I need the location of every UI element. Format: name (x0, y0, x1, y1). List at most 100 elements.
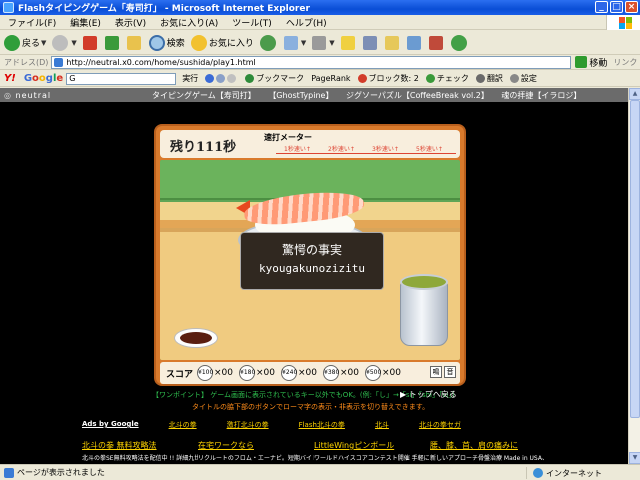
print-button[interactable]: ▼ (312, 35, 335, 50)
yahoo-button[interactable]: Y! (4, 73, 16, 84)
bookmark-button[interactable]: ブックマーク (245, 73, 304, 84)
plate-count: ×00 (382, 368, 402, 378)
google-run-button[interactable]: 実行 (182, 73, 198, 84)
vertical-scrollbar[interactable]: ▲ ▼ (628, 88, 640, 464)
typing-word-box: 驚愕の事実 kyougakunozizitu (240, 232, 384, 290)
stop-button[interactable] (82, 35, 99, 50)
close-button[interactable]: × (625, 1, 638, 13)
window-title-bar[interactable]: Flashタイピングゲーム「寿司打」 - Microsoft Internet … (0, 0, 640, 15)
check-label: チェック (436, 74, 469, 83)
nav-link-ghosttyping[interactable]: 【GhostTypine】 (268, 91, 333, 100)
ad-card[interactable]: 北斗の拳 無料攻略法 北斗の拳SE無料攻略法を配信中 !! 詳細九世 (82, 440, 198, 462)
menu-file[interactable]: ファイル(F) (8, 16, 56, 29)
search-icon (148, 34, 165, 51)
extra-tool-button[interactable] (428, 35, 445, 50)
translate-button[interactable]: 翻訳 (475, 73, 503, 84)
ad-title[interactable]: 腰、膝、首、肩の痛みに (430, 440, 546, 451)
run-label: 実行 (182, 74, 199, 83)
menu-bar: ファイル(F) 編集(E) 表示(V) お気に入り(A) ツール(T) ヘルプ(… (0, 15, 640, 30)
ad-link[interactable]: 北斗の拳セガ (419, 420, 461, 430)
ad-card[interactable]: 在宅ワークなら リクルートのフロム・エーナビ。短期バイト (198, 440, 314, 462)
spell-check-button[interactable]: チェック (425, 73, 469, 84)
word-japanese: 驚愕の事実 (281, 243, 342, 257)
pagerank-indicator[interactable]: PageRank (311, 74, 350, 83)
status-text: ページが表示されました (17, 468, 105, 477)
back-dropdown-icon[interactable]: ▼ (41, 39, 46, 47)
web-page: ◎ neutral タイピングゲーム【寿司打】 【GhostTypine】 ジグ… (0, 88, 628, 464)
scroll-up-arrow-icon[interactable]: ▲ (629, 88, 640, 100)
ad-link[interactable]: Flash北斗の拳 (299, 420, 345, 430)
favorites-button[interactable]: お気に入り (190, 34, 254, 51)
edit-icon (340, 35, 355, 50)
ad-title[interactable]: 在宅ワークなら (198, 440, 314, 451)
sushida-game[interactable]: 残り111秒 速打メーター 1秒速い↑ 2秒速い↑ 3秒速い↑ 5秒速い↑ 驚愕… (154, 124, 466, 386)
go-button[interactable]: 移動 (575, 56, 607, 69)
home-button[interactable] (126, 35, 143, 50)
nav-link-sushida[interactable]: タイピングゲーム【寿司打】 (152, 91, 256, 100)
mail-dropdown-icon[interactable]: ▼ (301, 39, 306, 47)
romaji-toggle-hint: タイトルの脇下部のボタンでローマ字の表示・非表示を切り替えできます。 (192, 403, 430, 411)
edit-button[interactable] (340, 35, 357, 50)
ad-title[interactable]: LittleWingピンボール (314, 440, 430, 451)
research-button[interactable] (384, 35, 401, 50)
messenger-people-button[interactable] (450, 34, 469, 51)
forward-button[interactable]: ▼ (52, 34, 77, 51)
globe-icon (533, 468, 543, 478)
site-nav: タイピングゲーム【寿司打】 【GhostTypine】 ジグソーパズル【Coff… (152, 90, 591, 101)
ad-card[interactable]: 腰、膝、首、肩の痛みに 新しいアプローチ骨盤治療 Made in USA、Wel… (430, 440, 546, 462)
bookmark-label: ブックマーク (256, 74, 305, 83)
ads-by-google-link[interactable]: Ads by Google (82, 420, 139, 430)
nav-link-illust-logic[interactable]: 魂の拝捷【イラロジ】 (501, 91, 581, 100)
menu-edit[interactable]: 編集(E) (70, 16, 101, 29)
music-toggle-icon[interactable]: 音 (444, 366, 456, 378)
plate-price: ¥380 (323, 365, 339, 381)
mail-button[interactable]: ▼ (283, 35, 306, 50)
menu-view[interactable]: 表示(V) (115, 16, 146, 29)
site-logo[interactable]: ◎ neutral (4, 91, 92, 100)
page-done-icon (4, 467, 14, 478)
search-web-icon (205, 74, 215, 83)
nav-link-jigsaw[interactable]: ジグソーパズル【CoffeeBreak vol.2】 (346, 91, 489, 100)
back-button[interactable]: 戻る ▼ (4, 34, 46, 51)
ad-link[interactable]: 激打北斗の拳 (227, 420, 269, 430)
links-button[interactable]: リンク (613, 57, 637, 68)
word-romaji: kyougakunozizitu (259, 262, 365, 275)
google-search-tools[interactable] (205, 74, 238, 83)
popup-blocker-button[interactable]: ブロック数: 2 (357, 73, 419, 84)
minimize-button[interactable]: _ (595, 1, 608, 13)
plate-price: ¥180 (239, 365, 255, 381)
menu-help[interactable]: ヘルプ(H) (286, 16, 327, 29)
refresh-button[interactable] (104, 35, 121, 50)
address-input[interactable]: http://neutral.x0.com/home/sushida/play1… (51, 55, 572, 69)
menu-tools[interactable]: ツール(T) (232, 16, 272, 29)
ad-title[interactable]: 北斗の拳 無料攻略法 (82, 440, 198, 451)
google-settings-button[interactable]: 設定 (509, 73, 537, 84)
history-icon (259, 34, 276, 51)
discuss-button[interactable] (362, 35, 379, 50)
google-logo[interactable]: Google (24, 73, 63, 84)
ad-card[interactable]: LittleWingピンボール ワールドハイスコアコンテスト開催 手軽にPC (314, 440, 430, 462)
forward-dropdown-icon[interactable]: ▼ (71, 39, 76, 47)
ad-link[interactable]: 北斗 (375, 420, 389, 430)
star-icon (190, 34, 207, 51)
address-label: アドレス(D) (4, 57, 49, 67)
search-button[interactable]: 検索 (148, 34, 185, 51)
print-dropdown-icon[interactable]: ▼ (329, 39, 334, 47)
maximize-button[interactable]: □ (610, 1, 623, 13)
status-bar: ページが表示されました インターネット (0, 464, 640, 480)
address-url: http://neutral.x0.com/home/sushida/play1… (66, 57, 256, 67)
messenger-button[interactable] (406, 35, 423, 50)
back-to-top-link[interactable]: ▶ トップへ戻る (400, 389, 457, 400)
menu-favorites[interactable]: お気に入り(A) (160, 16, 218, 29)
ad-description: リクルートのフロム・エーナビ。短期バイト (198, 455, 314, 462)
refresh-icon (104, 35, 119, 50)
history-button[interactable] (259, 34, 278, 51)
ad-link[interactable]: 北斗の拳 (169, 420, 197, 430)
scroll-thumb[interactable] (630, 100, 640, 418)
sushi-counter-scene: 驚愕の事実 kyougakunozizitu (160, 160, 460, 360)
sound-toggle-icon[interactable]: 鳴 (430, 366, 442, 378)
scroll-down-arrow-icon[interactable]: ▼ (629, 452, 640, 464)
news-icon (216, 74, 226, 83)
google-search-input[interactable]: G (66, 72, 177, 85)
home-icon (126, 35, 141, 50)
